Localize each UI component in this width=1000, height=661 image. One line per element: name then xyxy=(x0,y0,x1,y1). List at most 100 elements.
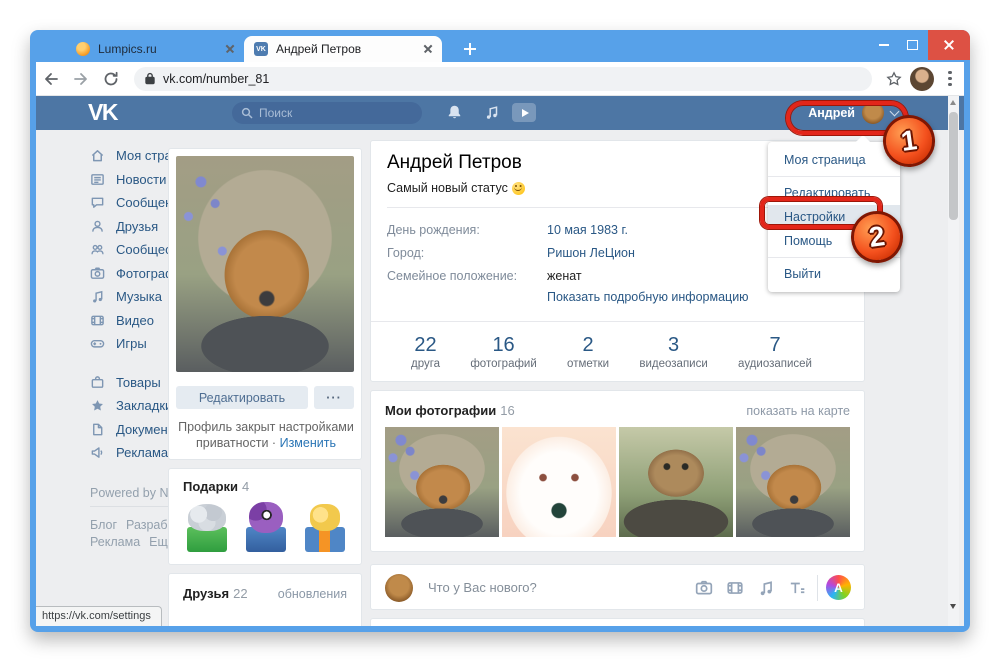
window-minimize-button[interactable] xyxy=(870,30,898,60)
attach-video-icon[interactable] xyxy=(726,579,744,597)
counter-audios[interactable]: 7 аудиозаписей xyxy=(738,334,812,370)
photo-thumb[interactable] xyxy=(385,427,499,537)
attach-photo-icon[interactable] xyxy=(695,579,713,597)
search-box xyxy=(232,102,422,124)
post-composer-card: Что у Вас нового? A xyxy=(370,564,865,610)
show-on-map-link[interactable]: показать на карте xyxy=(746,404,850,418)
privacy-change-link[interactable]: Изменить xyxy=(280,436,336,450)
profile-status[interactable]: Самый новый статус xyxy=(387,181,525,195)
more-actions-button[interactable]: ··· xyxy=(314,386,354,409)
post-background-icon[interactable]: A xyxy=(826,575,851,600)
scrollbar-thumb[interactable] xyxy=(949,112,958,220)
video-play-icon[interactable] xyxy=(512,103,536,122)
field-label: День рождения: xyxy=(387,223,547,237)
tab-close-icon[interactable] xyxy=(222,41,238,57)
browser-menu-button[interactable] xyxy=(936,64,964,94)
friends-card: Друзья22 обновления xyxy=(168,573,362,626)
show-more-link[interactable]: Показать подробную информацию xyxy=(547,290,749,304)
url-text: vk.com/number_81 xyxy=(163,72,269,86)
composer-input[interactable]: Что у Вас нового? xyxy=(428,580,537,595)
menu-item-edit[interactable]: Редактировать xyxy=(768,181,900,205)
counter-photos[interactable]: 16 фотографий xyxy=(470,334,536,370)
next-card-partial xyxy=(370,618,865,626)
my-photos-card: Мои фотографии16 показать на карте xyxy=(370,390,865,552)
attach-article-icon[interactable] xyxy=(788,579,806,597)
avatar xyxy=(910,67,934,91)
edit-profile-button[interactable]: Редактировать xyxy=(176,386,308,409)
gift-item[interactable] xyxy=(301,502,347,552)
new-tab-button[interactable] xyxy=(460,39,480,59)
profile-photo-card: Редактировать ··· Профиль закрыт настрой… xyxy=(168,148,362,460)
tab-title: Андрей Петров xyxy=(276,42,420,56)
gamepad-icon xyxy=(90,336,105,351)
window-close-button[interactable] xyxy=(928,30,970,60)
friends-header[interactable]: Друзья22 xyxy=(183,586,248,601)
star-icon xyxy=(886,71,902,87)
gift-item[interactable] xyxy=(183,502,229,552)
scroll-down-arrow-icon[interactable] xyxy=(950,604,956,609)
browser-tabbar: Lumpics.ru VK Андрей Петров xyxy=(30,30,970,62)
gifts-header[interactable]: Подарки4 xyxy=(183,479,347,494)
browser-profile-avatar[interactable] xyxy=(908,64,936,94)
screenshot-root: Lumpics.ru VK Андрей Петров xyxy=(0,0,1000,661)
notifications-bell-icon[interactable] xyxy=(446,104,463,121)
user-first-name: Андрей xyxy=(808,106,855,120)
divider xyxy=(817,575,818,601)
footer-link-ads[interactable]: Реклама xyxy=(90,535,140,549)
photo-thumb[interactable] xyxy=(736,427,850,537)
music-note-icon xyxy=(90,289,105,304)
browser-tab-vk[interactable]: VK Андрей Петров xyxy=(244,36,442,62)
sidebar-label: Товары xyxy=(116,375,161,390)
tab-close-icon[interactable] xyxy=(420,41,436,57)
photo-thumbnails xyxy=(385,427,850,537)
user-menu-button[interactable]: Андрей xyxy=(808,96,898,130)
counter-friends[interactable]: 22 друга xyxy=(411,334,440,370)
browser-tab-lumpics[interactable]: Lumpics.ru xyxy=(66,36,244,62)
field-label: Город: xyxy=(387,246,547,260)
counter-label: фотографий xyxy=(470,358,536,370)
search-input[interactable] xyxy=(232,102,422,124)
gifts-title: Подарки xyxy=(183,479,238,494)
briefcase-icon xyxy=(90,375,105,390)
film-icon xyxy=(90,313,105,328)
photo-thumb[interactable] xyxy=(619,427,733,537)
photo-thumb[interactable] xyxy=(502,427,616,537)
chevron-down-icon xyxy=(890,107,900,117)
vk-logo[interactable]: VK xyxy=(88,99,117,126)
window-maximize-button[interactable] xyxy=(898,30,926,60)
counter-tags[interactable]: 2 отметки xyxy=(567,334,609,370)
gift-item[interactable] xyxy=(242,502,288,552)
friends-updates-link[interactable]: обновления xyxy=(278,587,347,601)
communities-icon xyxy=(90,242,105,257)
page-scrollbar[interactable] xyxy=(948,96,959,626)
address-bar[interactable]: vk.com/number_81 xyxy=(134,67,872,91)
profile-actions: Редактировать ··· xyxy=(176,386,354,409)
gifts-card: Подарки4 xyxy=(168,468,362,565)
menu-item-my-page[interactable]: Моя страница xyxy=(768,148,900,172)
scroll-up-arrow-icon[interactable] xyxy=(950,100,956,105)
back-button[interactable] xyxy=(36,64,66,94)
sidebar-label: Игры xyxy=(116,336,147,351)
lock-icon xyxy=(144,72,156,85)
menu-item-logout[interactable]: Выйти xyxy=(768,262,900,286)
sidebar-label: Видео xyxy=(116,313,154,328)
bookmark-star-button[interactable] xyxy=(880,64,908,94)
composer-attachments xyxy=(695,579,806,597)
profile-photo[interactable] xyxy=(176,156,354,372)
field-value[interactable]: 10 мая 1983 г. xyxy=(547,223,628,237)
reload-button[interactable] xyxy=(96,64,126,94)
field-value: женат xyxy=(547,269,582,283)
forward-button[interactable] xyxy=(66,64,96,94)
counter-label: отметки xyxy=(567,358,609,370)
browser-toolbar: vk.com/number_81 xyxy=(36,62,964,96)
counter-videos[interactable]: 3 видеозаписи xyxy=(639,334,707,370)
field-value[interactable]: Ришон ЛеЦион xyxy=(547,246,635,260)
music-icon[interactable] xyxy=(484,104,500,121)
vk-favicon-icon: VK xyxy=(254,42,268,56)
footer-link-blog[interactable]: Блог xyxy=(90,518,117,532)
photos-header[interactable]: Мои фотографии16 xyxy=(385,403,515,418)
sidebar-label: Новости xyxy=(116,172,166,187)
home-icon xyxy=(90,148,105,163)
attach-audio-icon[interactable] xyxy=(757,579,775,597)
status-text: Самый новый статус xyxy=(387,181,508,195)
